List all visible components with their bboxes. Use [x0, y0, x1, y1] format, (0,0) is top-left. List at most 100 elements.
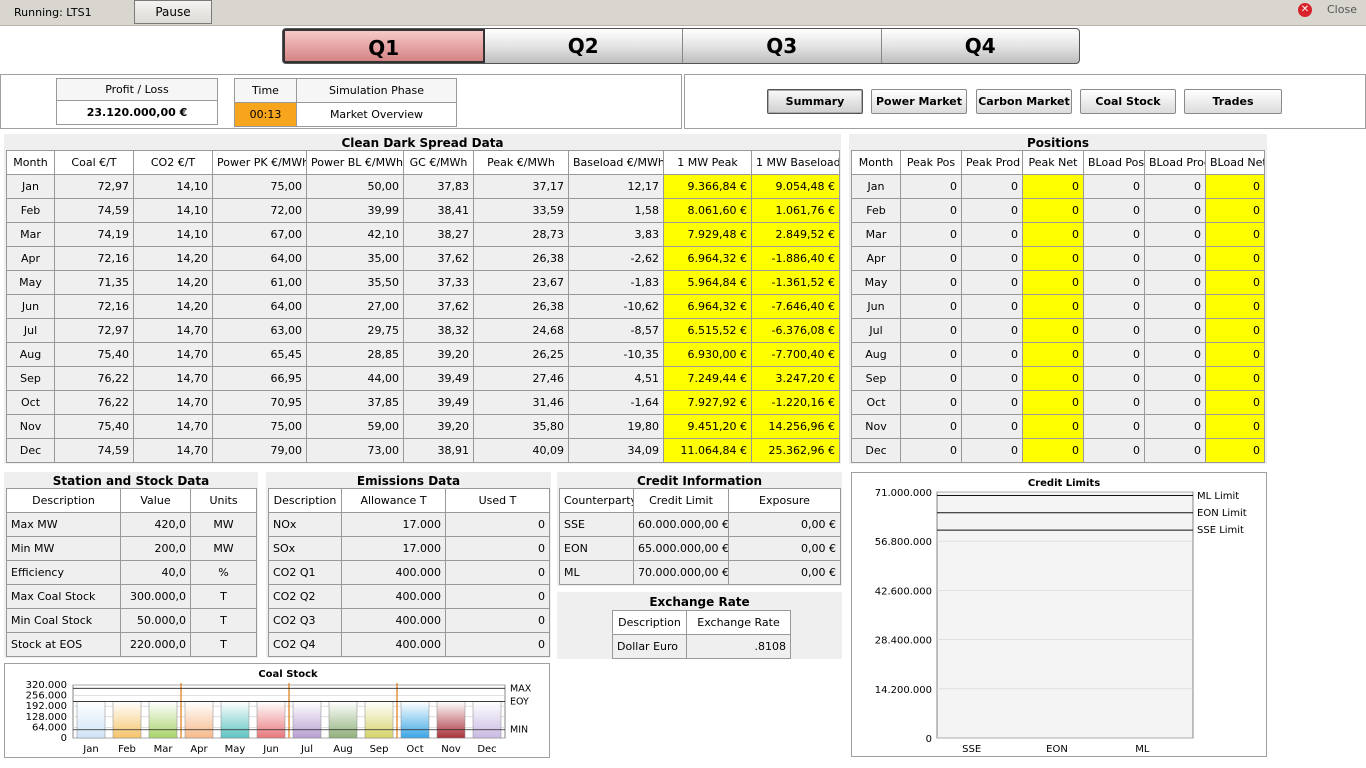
table-cell: 0,00 € — [728, 536, 841, 561]
table-cell: 0 — [1144, 390, 1206, 415]
positions-header-peak-prod: Peak Prod — [961, 150, 1023, 175]
power-market-button[interactable]: Power Market — [871, 89, 967, 114]
table-cell: CO2 Q4 — [268, 632, 342, 657]
table-cell: 0 — [1022, 438, 1084, 463]
running-status: Running: LTS1 — [14, 6, 92, 19]
table-cell: Oct — [6, 390, 55, 415]
carbon-market-button[interactable]: Carbon Market — [976, 89, 1072, 114]
table-cell: 63,00 — [212, 318, 307, 343]
table-cell: 14,70 — [133, 438, 213, 463]
table-cell: 70,95 — [212, 390, 307, 415]
table-cell: 0 — [1144, 414, 1206, 439]
table-cell: 0 — [1022, 366, 1084, 391]
station-title: Station and Stock Data — [52, 474, 210, 488]
table-cell: 300.000,0 — [120, 584, 191, 609]
table-cell: 400.000 — [341, 584, 446, 609]
bar-jul — [292, 701, 322, 739]
table-cell: 42,10 — [306, 222, 404, 247]
table-cell: 0 — [1144, 366, 1206, 391]
close-button[interactable]: Close — [1327, 3, 1357, 16]
table-cell: 29,75 — [306, 318, 404, 343]
bar-jan — [76, 701, 106, 739]
summary-button[interactable]: Summary — [767, 89, 863, 114]
trades-button[interactable]: Trades — [1184, 89, 1282, 114]
x-tick-label: Oct — [406, 744, 423, 755]
positions-header-bload-prod: BLoad Prod — [1144, 150, 1206, 175]
x-tick-label: SSE — [962, 744, 981, 755]
emissions-section: Emissions Data Description Allowance T Use… — [266, 472, 551, 658]
table-cell: 0 — [961, 270, 1023, 295]
table-row: May 0 0 0 0 0 0 — [851, 270, 1265, 295]
table-cell: 14,70 — [133, 342, 213, 367]
tab-q2[interactable]: Q2 — [484, 29, 683, 63]
coal-stock-button[interactable]: Coal Stock — [1080, 89, 1176, 114]
table-cell: Apr — [6, 246, 55, 271]
x-tick-label: Nov — [441, 744, 461, 755]
table-cell: 34,09 — [568, 438, 664, 463]
spread-header-1-mw-baseload: 1 MW Baseload — [751, 150, 840, 175]
table-cell: 0 — [1022, 294, 1084, 319]
table-cell: 73,00 — [306, 438, 404, 463]
tab-q4[interactable]: Q4 — [881, 29, 1079, 63]
spread-header-gc-mwh: GC €/MWh — [403, 150, 474, 175]
table-cell: 72,97 — [54, 174, 134, 199]
table-cell: 66,95 — [212, 366, 307, 391]
table-cell: 0 — [1144, 222, 1206, 247]
table-cell: EON — [559, 536, 634, 561]
y-tick-label: 128.000 — [26, 712, 67, 723]
table-cell: 0 — [445, 512, 550, 537]
table-cell: 0 — [1144, 270, 1206, 295]
table-cell: 40,09 — [473, 438, 569, 463]
table-cell: 420,0 — [120, 512, 191, 537]
tab-q1[interactable]: Q1 — [283, 29, 485, 63]
plot-area — [936, 491, 1194, 739]
table-cell: 17.000 — [341, 536, 446, 561]
bar-apr — [184, 701, 214, 739]
table-cell: 14,70 — [133, 318, 213, 343]
table-cell: Min Coal Stock — [6, 608, 121, 633]
table-cell: Efficiency — [6, 560, 121, 585]
table-cell: 60.000.000,00 € — [633, 512, 729, 537]
table-cell: 0 — [1083, 246, 1145, 271]
spread-section: Clean Dark Spread Data Month Coal €/T CO2 … — [4, 134, 841, 464]
positions-title: Positions — [1026, 136, 1090, 150]
table-cell: 0 — [961, 414, 1023, 439]
table-cell: 5.964,84 € — [663, 270, 752, 295]
ref-label-sse-limit: SSE Limit — [1197, 525, 1244, 536]
table-row: Efficiency 40,0% — [6, 560, 257, 585]
table-cell: 220.000,0 — [120, 632, 191, 657]
station-header-value: Value — [120, 488, 191, 513]
table-cell: 0 — [1205, 390, 1265, 415]
x-tick-label: Apr — [190, 744, 208, 755]
close-icon[interactable]: ✕ — [1298, 3, 1312, 17]
table-cell: 14,10 — [133, 198, 213, 223]
table-cell: 0 — [900, 294, 962, 319]
table-cell: 0 — [1083, 318, 1145, 343]
table-cell: 50,00 — [306, 174, 404, 199]
table-cell: 0 — [1083, 222, 1145, 247]
table-row: Nov 75,40 14,70 75,00 59,00 39,20 35,80 19,80 9.… — [6, 414, 840, 439]
y-tick-label: 0 — [926, 734, 932, 745]
table-cell: Dec — [851, 438, 901, 463]
table-cell: 14,70 — [133, 390, 213, 415]
y-tick-label: 256.000 — [26, 691, 67, 702]
table-cell: 37,83 — [403, 174, 474, 199]
table-row: Oct 0 0 0 0 0 0 — [851, 390, 1265, 415]
bar-jun — [256, 701, 286, 739]
table-cell: 0 — [900, 222, 962, 247]
credit-header-counterparty: Counterparty — [559, 488, 634, 513]
table-cell: -1.361,52 € — [751, 270, 840, 295]
pause-button[interactable]: Pause — [134, 0, 212, 24]
running-label: Running: — [14, 6, 63, 19]
table-cell: 0 — [900, 438, 962, 463]
table-cell: 0 — [1083, 174, 1145, 199]
table-cell: 0 — [1144, 198, 1206, 223]
spread-header-peak-mwh: Peak €/MWh — [473, 150, 569, 175]
table-cell: Jan — [6, 174, 55, 199]
x-tick-label: Feb — [118, 744, 136, 755]
ref-label-eoy: EOY — [510, 697, 529, 708]
table-cell: -1.220,16 € — [751, 390, 840, 415]
tab-q3[interactable]: Q3 — [683, 29, 882, 63]
table-cell: 24,68 — [473, 318, 569, 343]
nav-panel: Summary Power Market Carbon Market Coal … — [684, 74, 1366, 129]
